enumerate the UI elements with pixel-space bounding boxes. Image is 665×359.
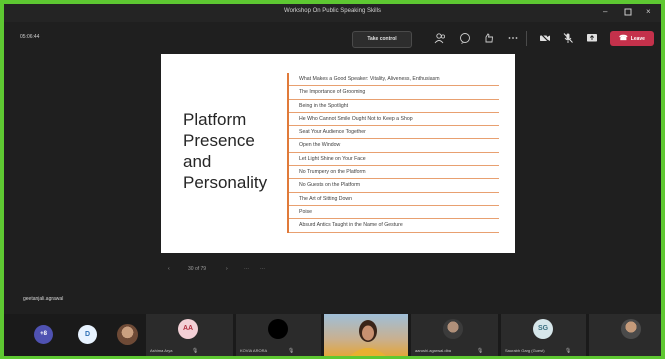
slide-title-line: Personality — [183, 173, 268, 192]
slide-topic-item: No Guests on the Platform — [289, 179, 499, 193]
toolbar-divider — [526, 31, 527, 46]
participant-strip: +8 D AA Ashima Arya 🎙 KOVIA ARORA 🎙 aaru… — [4, 314, 661, 356]
minimize-icon[interactable]: – — [603, 7, 607, 17]
leave-label: Leave — [630, 36, 645, 42]
participant-avatar[interactable]: D — [78, 325, 97, 344]
close-window-icon[interactable]: × — [646, 7, 651, 17]
slide-title-line: and — [183, 152, 212, 171]
participant-name: KOVIA ARORA — [240, 348, 268, 353]
more-actions-icon[interactable] — [507, 32, 519, 44]
participant-name: Ashima Arya — [150, 348, 173, 353]
mic-muted-icon: 🎙 — [477, 348, 484, 354]
mic-muted-icon: 🎙 — [288, 348, 295, 354]
take-control-button[interactable]: Take control — [352, 31, 412, 48]
participant-video-icon — [350, 320, 386, 356]
participant-photo-avatar — [621, 319, 641, 339]
slide-topic-item: What Makes a Good Speaker: Vitality, Ali… — [289, 73, 499, 87]
participant-tile[interactable] — [589, 314, 661, 356]
slide-topic-item: Seat Your Audience Together — [289, 126, 499, 140]
title-bar: Workshop On Public Speaking Skills – × — [4, 4, 661, 22]
participant-tile[interactable]: SG Saurabh Garg (Guest) 🎙 — [501, 314, 586, 356]
reactions-icon[interactable] — [483, 32, 495, 44]
meeting-timer: 05:06:44 — [20, 34, 40, 40]
mic-off-icon[interactable] — [562, 32, 574, 44]
slide-topic-item: Poise — [289, 206, 499, 220]
slide-topic-item: Absurd Antics Taught in the Name of Gest… — [289, 219, 499, 233]
meeting-stage: Platform Presence and Personality What M… — [4, 52, 661, 314]
share-screen-icon[interactable] — [586, 32, 598, 44]
participant-tile[interactable]: AA Ashima Arya 🎙 — [146, 314, 233, 356]
participant-name: Saurabh Garg (Guest) — [505, 348, 545, 353]
slide-topic-item: Being in the Spotlight — [289, 100, 499, 113]
leave-button[interactable]: ☎ Leave — [610, 31, 654, 46]
teams-window: Workshop On Public Speaking Skills – × 0… — [4, 4, 661, 356]
slide-title: Platform Presence and Personality — [183, 109, 283, 193]
participant-tile[interactable]: KOVIA ARORA 🎙 — [236, 314, 321, 356]
participant-video-tile[interactable] — [324, 314, 408, 356]
slide-page-indicator: 30 of 79 — [188, 266, 207, 272]
slide-more-icon[interactable]: ⋯ — [260, 266, 265, 272]
mic-muted-icon: 🎙 — [565, 348, 572, 354]
slide-topic-list: What Makes a Good Speaker: Vitality, Ali… — [287, 73, 499, 233]
mic-muted-icon: 🎙 — [192, 348, 199, 354]
previous-slide-icon[interactable]: ‹ — [168, 266, 170, 272]
participant-avatar: SG — [533, 319, 553, 339]
next-slide-icon[interactable]: › — [226, 266, 228, 272]
phone-hangup-icon: ☎ — [619, 35, 628, 42]
window-title: Workshop On Public Speaking Skills — [284, 8, 381, 14]
participant-avatar — [268, 319, 288, 339]
slide-topic-item: Open the Window — [289, 139, 499, 153]
participant-photo-avatar[interactable] — [117, 324, 138, 345]
participant-photo-avatar — [443, 319, 463, 339]
slide-topic-item: No Trumpery on the Platform — [289, 166, 499, 180]
people-icon[interactable] — [434, 32, 446, 44]
chat-icon[interactable] — [459, 32, 471, 44]
participant-name: aarushi.agarwal.dba — [415, 348, 452, 353]
camera-off-icon[interactable] — [539, 32, 551, 44]
slide-topic-item: Let Light Shine on Your Face — [289, 153, 499, 167]
presenter-name: geetanjali.agrawal — [23, 296, 64, 302]
participant-tile[interactable]: aarushi.agarwal.dba 🎙 — [411, 314, 498, 356]
slide-topic-item: The Importance of Grooming — [289, 86, 499, 100]
maximize-icon[interactable] — [624, 7, 632, 19]
participant-avatar: AA — [178, 319, 198, 339]
slide-title-line: Platform — [183, 110, 247, 129]
meeting-toolbar: 05:06:44 Take control ☎ Leave — [4, 22, 661, 52]
slide-topic-item: He Who Cannot Smile Ought Not to Keep a … — [289, 113, 499, 127]
slide-menu-icon[interactable]: ⋯ — [244, 266, 249, 272]
slide-title-line: Presence — [183, 131, 255, 150]
overflow-participants-badge[interactable]: +8 — [34, 325, 53, 344]
slide-topic-item: The Art of Sitting Down — [289, 193, 499, 206]
shared-slide: Platform Presence and Personality What M… — [161, 54, 515, 253]
